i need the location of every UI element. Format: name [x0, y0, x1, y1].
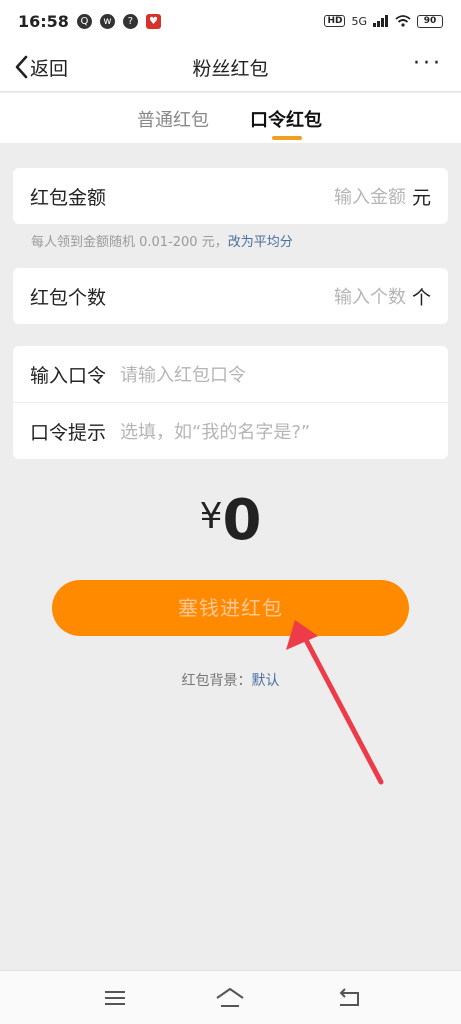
tip-input[interactable]: 选填，如“我的名字是?” — [120, 418, 310, 444]
network-label: 5G — [351, 14, 367, 28]
amount-label: 红包金额 — [30, 186, 107, 209]
tab-bar: 普通红包 口令红包 — [0, 93, 461, 143]
status-bar: 16:58 Q w ? ♥ HD 5G 90 — [0, 0, 461, 42]
command-input[interactable]: 请输入红包口令 — [120, 361, 246, 387]
battery-icon: 90 — [417, 14, 443, 28]
background-default-link[interactable]: 默认 — [252, 673, 280, 689]
qq-icon: Q — [76, 13, 92, 29]
count-row[interactable]: 红包个数 输入个数 个 — [13, 268, 448, 324]
switch-average-link[interactable]: 改为平均分 — [228, 235, 293, 250]
total-value: 0 — [222, 488, 262, 553]
status-time: 16:58 — [18, 11, 69, 31]
amount-unit: 元 — [411, 186, 431, 209]
count-label: 红包个数 — [30, 286, 107, 309]
page-title: 粉丝红包 — [192, 58, 269, 80]
amount-input[interactable]: 输入金额 — [334, 183, 406, 209]
tab-normal-red-packet[interactable]: 普通红包 — [137, 106, 209, 132]
background-label: 红包背景： — [181, 673, 252, 689]
wifi-icon — [395, 15, 411, 27]
system-nav-bar — [0, 970, 461, 1024]
amount-card: 红包金额 输入金额 元 — [13, 168, 448, 224]
app-icon: ♥ — [145, 13, 161, 29]
tip-label: 口令提示 — [30, 421, 107, 444]
command-row[interactable]: 输入口令 请输入红包口令 — [13, 346, 448, 402]
count-unit: 个 — [411, 286, 431, 309]
count-input[interactable]: 输入个数 — [334, 283, 406, 309]
total-amount: ¥0 — [0, 488, 461, 553]
help-icon: ? — [122, 13, 138, 29]
tip-row[interactable]: 口令提示 选填，如“我的名字是?” — [13, 403, 448, 459]
return-icon[interactable] — [334, 985, 366, 1011]
active-tab-indicator — [272, 136, 302, 140]
weibo-icon: w — [99, 13, 115, 29]
signal-icon — [373, 15, 388, 27]
red-packet-background: 红包背景：默认 — [0, 670, 461, 690]
command-label: 输入口令 — [30, 364, 107, 387]
menu-icon[interactable] — [99, 985, 131, 1011]
hd-badge: HD — [324, 15, 346, 27]
currency-symbol: ¥ — [199, 496, 223, 537]
stuff-money-button[interactable]: 塞钱进红包 — [52, 580, 409, 636]
more-icon[interactable]: ··· — [413, 53, 443, 75]
tab-command-red-packet[interactable]: 口令红包 — [250, 106, 322, 132]
status-right: HD 5G 90 — [324, 14, 443, 28]
amount-hint-text: 每人领到金额随机 0.01-200 元， — [31, 235, 228, 250]
home-icon[interactable] — [214, 985, 246, 1011]
amount-hint: 每人领到金额随机 0.01-200 元，改为平均分 — [31, 231, 293, 250]
nav-bar: 返回 粉丝红包 ··· — [0, 42, 461, 92]
amount-row[interactable]: 红包金额 输入金额 元 — [13, 168, 448, 224]
status-left: 16:58 Q w ? ♥ — [18, 12, 161, 31]
count-card: 红包个数 输入个数 个 — [13, 268, 448, 324]
command-card: 输入口令 请输入红包口令 口令提示 选填，如“我的名字是?” — [13, 346, 448, 459]
